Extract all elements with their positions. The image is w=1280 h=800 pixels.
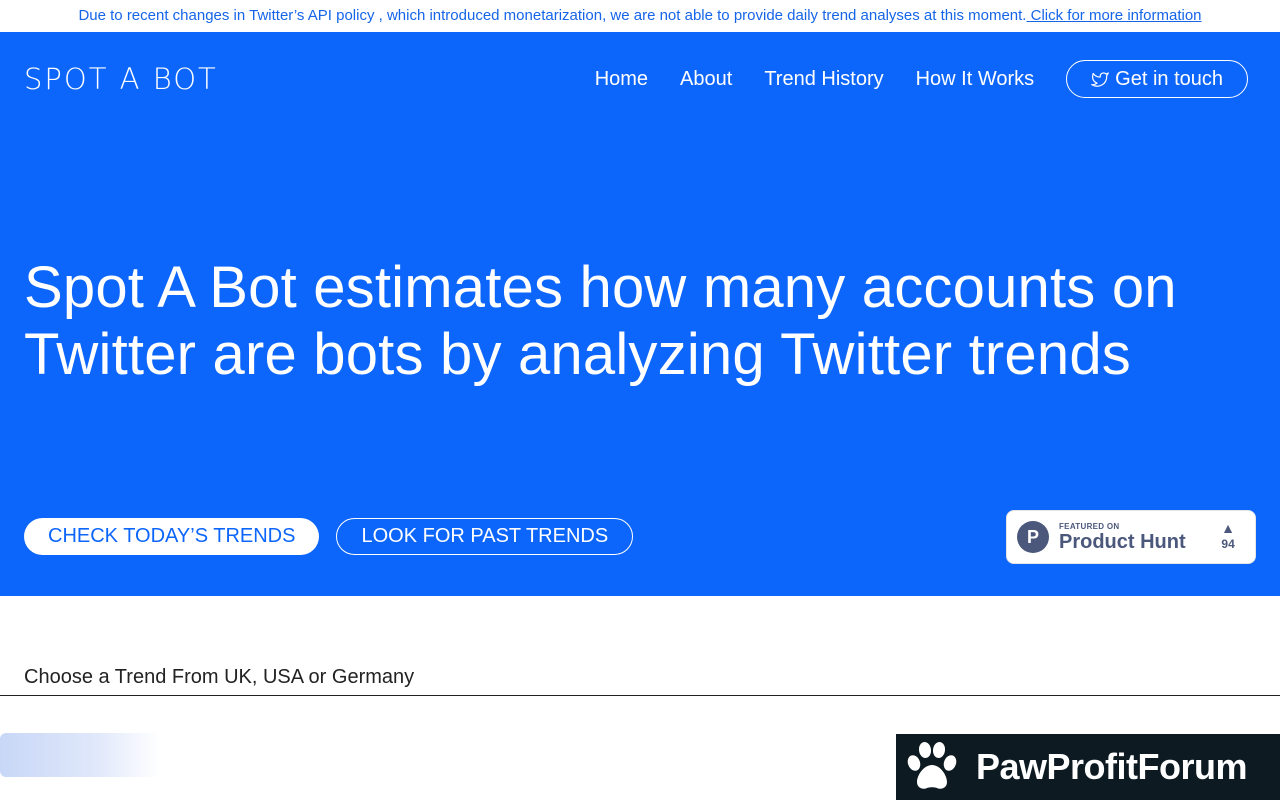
product-hunt-featured: FEATURED ON <box>1059 521 1120 531</box>
hero-actions: CHECK TODAY’S TRENDS LOOK FOR PAST TREND… <box>24 518 634 555</box>
main-nav: Home About Trend History How It Works Ge… <box>595 60 1248 98</box>
loading-placeholder <box>0 733 160 777</box>
nav-about[interactable]: About <box>680 68 732 91</box>
nav-how-it-works[interactable]: How It Works <box>916 68 1035 91</box>
product-hunt-badge[interactable]: P FEATURED ON Product Hunt ▲ 94 <box>1006 510 1256 564</box>
get-in-touch-label: Get in touch <box>1115 67 1223 90</box>
product-hunt-icon: P <box>1017 521 1049 553</box>
hero-headline: Spot A Bot estimates how many accounts o… <box>24 255 1177 387</box>
announcement-banner: Due to recent changes in Twitter’s API p… <box>0 0 1280 32</box>
watermark-text: PawProfitForum <box>976 746 1248 787</box>
site-logo[interactable]: SPOT A BOT <box>24 62 218 96</box>
twitter-bird-icon <box>1091 72 1110 87</box>
nav-home[interactable]: Home <box>595 68 648 91</box>
watermark: PawProfitForum <box>896 734 1280 800</box>
hero-section: SPOT A BOT Home About Trend History How … <box>0 32 1280 596</box>
get-in-touch-button[interactable]: Get in touch <box>1066 60 1248 98</box>
check-todays-trends-button[interactable]: CHECK TODAY’S TRENDS <box>24 518 320 555</box>
look-for-past-trends-button[interactable]: LOOK FOR PAST TRENDS <box>336 518 634 555</box>
vote-count: 94 <box>1221 537 1235 551</box>
product-hunt-votes: ▲ 94 <box>1221 521 1235 553</box>
paw-icon <box>907 742 957 789</box>
product-hunt-name: Product Hunt <box>1059 530 1186 553</box>
upvote-arrow-icon: ▲ <box>1221 520 1235 536</box>
nav-trend-history[interactable]: Trend History <box>764 68 883 91</box>
section-divider <box>0 695 1280 696</box>
product-hunt-text: FEATURED ON Product Hunt <box>1059 522 1186 553</box>
trend-section-title: Choose a Trend From UK, USA or Germany <box>24 666 415 688</box>
more-info-link[interactable]: Click for more information <box>1026 7 1202 24</box>
banner-text: Due to recent changes in Twitter’s API p… <box>78 7 1027 24</box>
